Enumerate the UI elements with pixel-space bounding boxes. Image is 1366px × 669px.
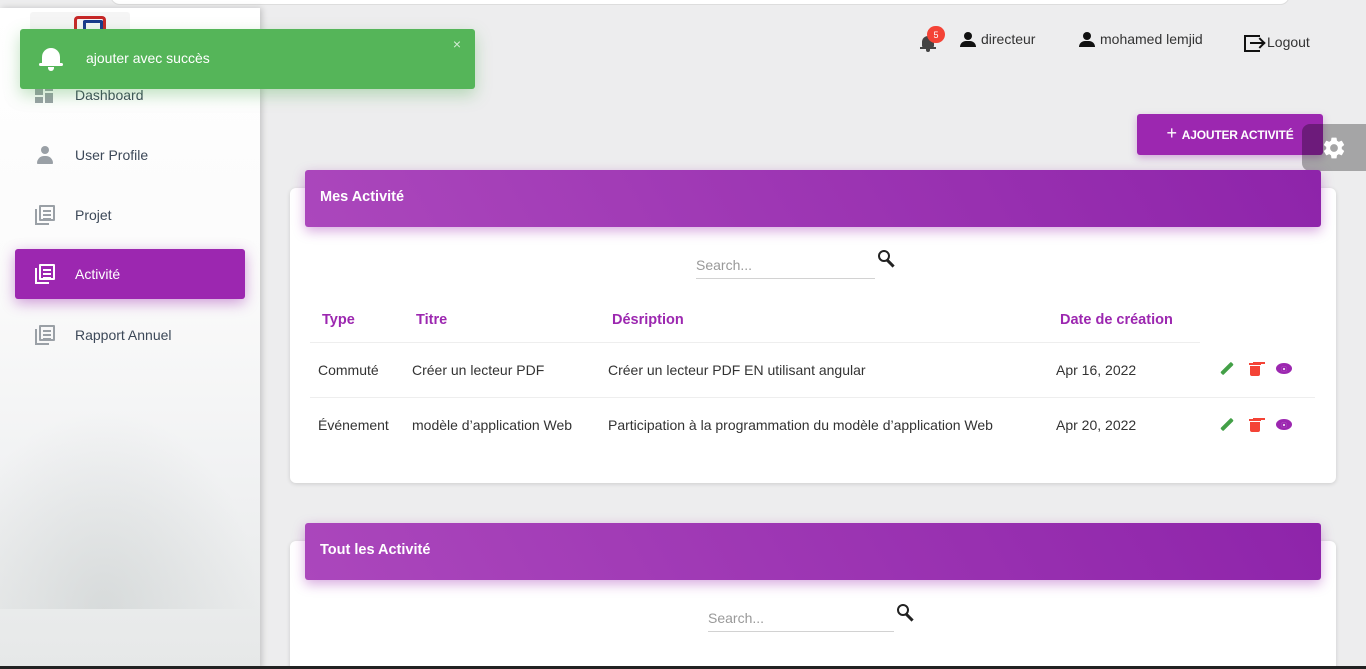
all-activities-card: Tout les Activité — [290, 523, 1336, 669]
user-name: mohamed lemjid — [1100, 31, 1203, 47]
person-icon — [959, 30, 977, 48]
delete-icon[interactable] — [1249, 362, 1261, 377]
person-icon — [1078, 30, 1096, 48]
library-books-icon — [35, 205, 55, 225]
add-activity-label: AJOUTER ACTIVITÉ — [1181, 127, 1294, 142]
column-header-titre: Titre — [404, 298, 600, 343]
cell-date: Apr 20, 2022 — [1056, 416, 1137, 433]
my-activities-card: Mes Activité Type Titre Désription Date … — [290, 170, 1336, 483]
search-icon[interactable] — [877, 249, 897, 269]
activities-table: Type Titre Désription Date de création C… — [310, 298, 1315, 452]
role-menu[interactable]: directeur — [959, 30, 1035, 48]
library-books-icon — [35, 264, 55, 284]
bell-icon — [39, 46, 63, 72]
person-icon — [35, 145, 55, 165]
edit-icon[interactable] — [1220, 362, 1234, 376]
logout-label: Logout — [1267, 34, 1310, 50]
search-input[interactable] — [708, 604, 894, 632]
cell-date: Apr 16, 2022 — [1048, 342, 1200, 398]
column-header-date: Date de création — [1048, 298, 1200, 343]
delete-icon[interactable] — [1249, 418, 1261, 432]
sidebar-item-projet[interactable]: Projet — [15, 190, 245, 240]
sidebar: Dashboard User Profile Projet Activité R… — [0, 8, 260, 669]
role-label: directeur — [981, 31, 1036, 47]
cell-type: Événement — [318, 416, 389, 433]
notifications-count-badge: 5 — [927, 26, 945, 43]
search-icon[interactable] — [896, 603, 916, 623]
cell-description: Créer un lecteur PDF EN utilisant angula… — [600, 342, 1048, 398]
gear-icon — [1323, 137, 1345, 159]
view-icon[interactable] — [1276, 363, 1292, 375]
add-activity-button[interactable]: + AJOUTER ACTIVITÉ — [1137, 114, 1323, 155]
sidebar-item-user-profile[interactable]: User Profile — [15, 130, 245, 180]
logout-icon — [1244, 34, 1266, 54]
plus-icon: + — [1166, 123, 1177, 143]
sidebar-item-label: Rapport Annuel — [75, 327, 172, 343]
card-title: Mes Activité — [305, 170, 1321, 227]
cell-type: Commuté — [310, 342, 404, 398]
browser-top-strip — [0, 0, 1366, 8]
card-title: Tout les Activité — [305, 523, 1321, 580]
library-books-icon — [35, 325, 55, 345]
sidebar-item-label: Activité — [75, 266, 121, 282]
cell-titre: Créer un lecteur PDF — [404, 342, 600, 398]
cell-titre: modèle d’application Web — [412, 416, 573, 433]
table-header-row: Type Titre Désription Date de création — [310, 298, 1315, 343]
column-header-description: Désription — [600, 298, 1048, 343]
sidebar-item-label: User Profile — [75, 147, 149, 163]
user-menu[interactable]: mohamed lemjid — [1078, 30, 1203, 48]
sidebar-item-label: Projet — [75, 207, 112, 223]
sidebar-item-label: Dashboard — [75, 87, 144, 103]
toast-message: ajouter avec succès — [86, 50, 210, 66]
column-header-type: Type — [310, 298, 404, 343]
success-toast: ajouter avec succès × — [20, 29, 475, 89]
logout-button[interactable]: Logout — [1244, 30, 1310, 54]
sidebar-item-rapport-annuel[interactable]: Rapport Annuel — [15, 310, 245, 360]
search-input[interactable] — [696, 251, 875, 279]
edit-icon[interactable] — [1220, 418, 1234, 432]
cell-description: Participation à la programmation du modè… — [608, 416, 993, 433]
table-row: Événement modèle d’application Web Parti… — [310, 397, 1315, 452]
table-row: Commuté Créer un lecteur PDF Créer un le… — [310, 342, 1315, 398]
toast-close-button[interactable]: × — [453, 36, 461, 52]
view-icon[interactable] — [1276, 418, 1292, 431]
settings-fixed-plugin[interactable] — [1302, 124, 1366, 171]
sidebar-item-activite[interactable]: Activité — [15, 249, 245, 299]
